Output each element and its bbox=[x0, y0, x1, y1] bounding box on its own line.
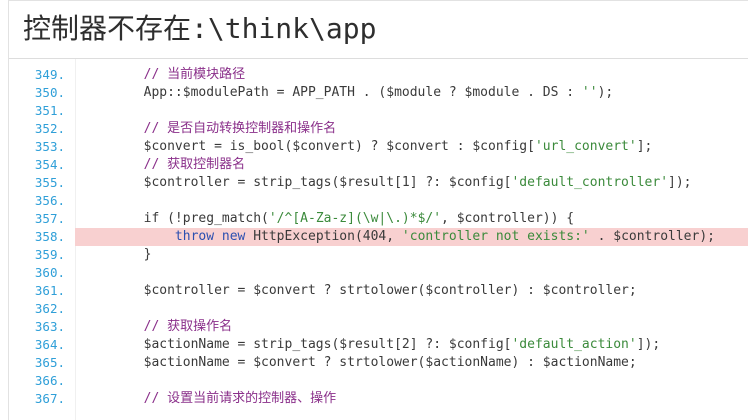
code-comment: // 获取操作名 bbox=[143, 319, 233, 334]
code-text: } bbox=[81, 246, 152, 264]
code-token: $actionName = $convert ? strtolower($act… bbox=[143, 355, 637, 370]
code-line: 361. $controller = $convert ? strtolower… bbox=[9, 282, 748, 300]
code-line: 356. bbox=[9, 192, 748, 210]
code-line: 367. // 设置当前请求的控制器、操作 bbox=[9, 390, 748, 408]
code-line: 354. // 获取控制器名 bbox=[9, 156, 748, 174]
code-line-error: 358. throw new HttpException(404, 'contr… bbox=[9, 228, 748, 246]
code-text: $actionName = $convert ? strtolower($act… bbox=[81, 354, 637, 372]
code-token: . $controller); bbox=[589, 229, 715, 244]
code-line: 352. // 是否自动转换控制器和操作名 bbox=[9, 120, 748, 138]
line-number: 360. bbox=[34, 265, 65, 280]
line-number: 352. bbox=[34, 121, 65, 136]
line-number: 366. bbox=[34, 373, 65, 388]
code-token: $convert = is_bool($convert) ? $convert … bbox=[143, 139, 535, 154]
code-comment: // 是否自动转换控制器和操作名 bbox=[143, 121, 337, 136]
code-string: '' bbox=[581, 85, 598, 100]
code-string: '/^[A-Za-z](\w|\.)*$/' bbox=[268, 211, 442, 226]
code-line: 353. $convert = is_bool($convert) ? $con… bbox=[9, 138, 748, 156]
code-token: $controller = $convert ? strtolower($con… bbox=[143, 283, 637, 298]
code-token: ]; bbox=[636, 139, 653, 154]
code-token: if (!preg_match( bbox=[143, 211, 269, 226]
code-line: 366. bbox=[9, 372, 748, 390]
exception-title: 控制器不存在:\think\app bbox=[23, 12, 377, 45]
code-line: 350. App::$modulePath = APP_PATH . ($mod… bbox=[9, 84, 748, 102]
code-keyword: throw new bbox=[174, 229, 254, 244]
line-number: 355. bbox=[34, 175, 65, 190]
line-number: 354. bbox=[34, 157, 65, 172]
code-line: 364. $actionName = strip_tags($result[2]… bbox=[9, 336, 748, 354]
line-number: 367. bbox=[34, 391, 65, 406]
code-text: if (!preg_match('/^[A-Za-z](\w|\.)*$/', … bbox=[81, 210, 574, 228]
exception-header: 控制器不存在:\think\app bbox=[9, 1, 748, 59]
code-token: App::$modulePath = APP_PATH . ($module ?… bbox=[143, 85, 582, 100]
code-comment: // 当前模块路径 bbox=[143, 67, 246, 82]
code-comment: // 获取控制器名 bbox=[143, 157, 246, 172]
line-number: 350. bbox=[34, 85, 65, 100]
code-token: ); bbox=[597, 85, 614, 100]
line-number: 365. bbox=[34, 355, 65, 370]
code-token: $controller = strip_tags($result[1] ?: $… bbox=[143, 175, 512, 190]
code-text: // 设置当前请求的控制器、操作 bbox=[81, 390, 336, 408]
code-token: HttpException(404, bbox=[253, 229, 402, 244]
code-line: 357. if (!preg_match('/^[A-Za-z](\w|\.)*… bbox=[9, 210, 748, 228]
code-line: 362. bbox=[9, 300, 748, 318]
code-token: ]); bbox=[668, 175, 692, 190]
code-line: 349. // 当前模块路径 bbox=[9, 66, 748, 84]
code-text: $convert = is_bool($convert) ? $convert … bbox=[81, 138, 653, 156]
code-line: 355. $controller = strip_tags($result[1]… bbox=[9, 174, 748, 192]
code-text: // 获取控制器名 bbox=[81, 156, 245, 174]
code-string: 'default_action' bbox=[511, 337, 637, 352]
code-token: $actionName = strip_tags($result[2] ?: $… bbox=[143, 337, 512, 352]
code-line: 363. // 获取操作名 bbox=[9, 318, 748, 336]
code-line: 360. bbox=[9, 264, 748, 282]
code-comment: // 设置当前请求的控制器、操作 bbox=[143, 391, 337, 406]
code-string: 'controller not exists:' bbox=[401, 229, 590, 244]
source-code-viewer: 349. // 当前模块路径 350. App::$modulePath = AP… bbox=[9, 59, 748, 420]
line-number: 351. bbox=[34, 103, 65, 118]
code-line: 359. } bbox=[9, 246, 748, 264]
code-text: // 获取操作名 bbox=[81, 318, 232, 336]
code-line: 365. $actionName = $convert ? strtolower… bbox=[9, 354, 748, 372]
code-string: 'default_controller' bbox=[511, 175, 669, 190]
code-text: throw new HttpException(404, 'controller… bbox=[81, 228, 715, 246]
line-number: 363. bbox=[34, 319, 65, 334]
code-text: $controller = strip_tags($result[1] ?: $… bbox=[81, 174, 692, 192]
code-token: , $controller)) { bbox=[441, 211, 575, 226]
code-text: App::$modulePath = APP_PATH . ($module ?… bbox=[81, 84, 614, 102]
code-line: 351. bbox=[9, 102, 748, 120]
line-number: 362. bbox=[34, 301, 65, 316]
line-number: 357. bbox=[34, 211, 65, 226]
line-number: 364. bbox=[34, 337, 65, 352]
line-number: 356. bbox=[34, 193, 65, 208]
line-number: 361. bbox=[34, 283, 65, 298]
code-text: // 是否自动转换控制器和操作名 bbox=[81, 120, 336, 138]
line-number: 359. bbox=[34, 247, 65, 262]
line-number: 358. bbox=[34, 229, 65, 244]
code-text: $controller = $convert ? strtolower($con… bbox=[81, 282, 637, 300]
code-string: 'url_convert' bbox=[534, 139, 637, 154]
line-number: 349. bbox=[34, 67, 65, 82]
code-token: } bbox=[143, 247, 152, 262]
code-text: // 当前模块路径 bbox=[81, 66, 245, 84]
code-token: ]); bbox=[636, 337, 661, 352]
exception-page: 控制器不存在:\think\app 349. // 当前模块路径 350. App… bbox=[8, 0, 748, 420]
line-number: 353. bbox=[34, 139, 65, 154]
code-text: $actionName = strip_tags($result[2] ?: $… bbox=[81, 336, 661, 354]
